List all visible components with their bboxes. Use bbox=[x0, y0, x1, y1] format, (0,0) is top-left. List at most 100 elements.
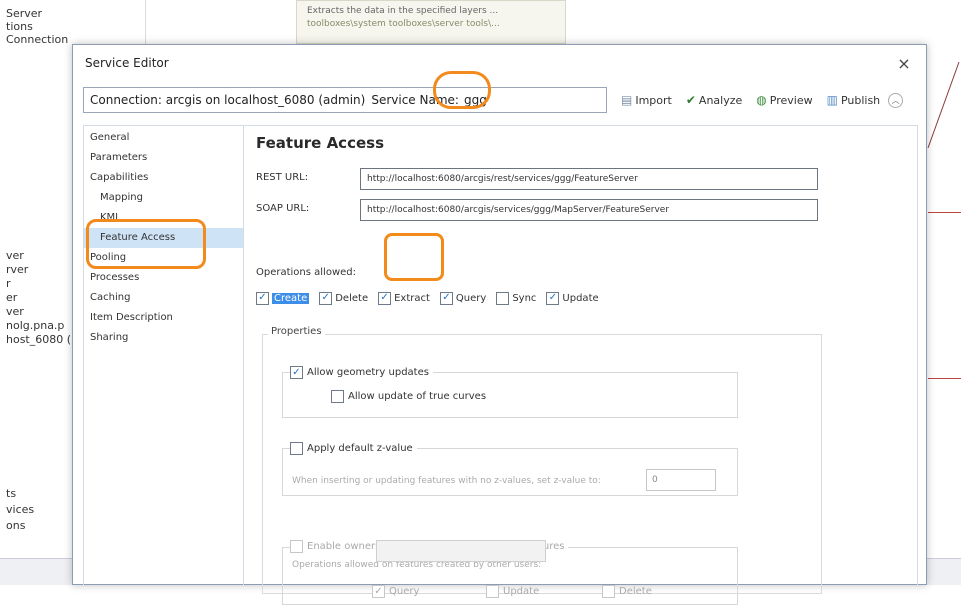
allow-true-curves-checkbox[interactable]: Allow update of true curves bbox=[331, 390, 486, 403]
bg-tree-item[interactable]: Connection bbox=[6, 33, 68, 46]
checkmark-icon: ✔ bbox=[685, 93, 696, 107]
connection-box: Connection: arcgis on localhost_6080 (ad… bbox=[83, 87, 607, 113]
editor-body: General Parameters Capabilities Mapping … bbox=[83, 125, 918, 605]
annotation-service-name bbox=[433, 71, 491, 109]
allow-geometry-updates-label: Allow geometry updates bbox=[307, 367, 429, 378]
checkbox-unchecked-icon bbox=[496, 291, 510, 305]
connection-text: Connection: arcgis on localhost_6080 (ad… bbox=[90, 93, 366, 107]
bg-tree-item[interactable]: vices bbox=[6, 503, 34, 516]
owner-delete-label: Delete bbox=[619, 586, 652, 597]
owner-query-label: Query bbox=[389, 586, 420, 597]
create-checkbox[interactable]: ✓ Create bbox=[256, 291, 310, 305]
background-diagonal-line bbox=[927, 61, 960, 149]
properties-label: Properties bbox=[268, 326, 325, 337]
dialog-titlebar[interactable]: Service Editor × bbox=[73, 45, 926, 81]
bg-tree-item[interactable]: ts bbox=[6, 487, 16, 500]
soap-url-field[interactable]: http://localhost:6080/arcgis/services/gg… bbox=[360, 199, 818, 221]
checkbox-unchecked-icon bbox=[486, 585, 499, 598]
rest-url-label: REST URL: bbox=[256, 172, 309, 183]
checkbox-checked-icon: ✓ bbox=[546, 291, 560, 305]
nav-item-caching[interactable]: Caching bbox=[84, 288, 243, 308]
sync-checkbox[interactable]: Sync bbox=[496, 291, 537, 305]
checkbox-checked-icon: ✓ bbox=[319, 291, 333, 305]
background-tooltip: Extracts the data in the specified layer… bbox=[296, 0, 566, 44]
tooltip-line: Extracts the data in the specified layer… bbox=[307, 6, 499, 16]
checkbox-unchecked-icon bbox=[290, 540, 303, 553]
tooltip-path: toolboxes\system toolboxes\server tools\… bbox=[307, 19, 500, 29]
bg-tree-item[interactable]: nolg.pna.p bbox=[6, 319, 64, 332]
operations-row: ✓ Create ✓ Delete ✓ Extract ✓ Query Sync… bbox=[256, 289, 609, 307]
background-line bbox=[928, 378, 961, 379]
owner-update-checkbox[interactable]: Update bbox=[486, 585, 539, 598]
analyze-label: Analyze bbox=[698, 93, 743, 107]
query-label: Query bbox=[455, 292, 487, 304]
checkbox-checked-icon: ✓ bbox=[290, 366, 303, 379]
bg-tree-item[interactable]: ver bbox=[6, 305, 24, 318]
annotation-extract bbox=[384, 233, 444, 281]
feature-access-panel: Feature Access REST URL: http://localhos… bbox=[254, 126, 917, 605]
page-title: Feature Access bbox=[256, 134, 384, 152]
soap-url-label: SOAP URL: bbox=[256, 203, 310, 214]
delete-checkbox[interactable]: ✓ Delete bbox=[319, 291, 369, 305]
nav-item-parameters[interactable]: Parameters bbox=[84, 148, 243, 168]
bg-tree-item[interactable]: rver bbox=[6, 263, 28, 276]
extract-label: Extract bbox=[394, 292, 430, 304]
nav-item-processes[interactable]: Processes bbox=[84, 268, 243, 288]
update-checkbox[interactable]: ✓ Update bbox=[546, 291, 599, 305]
preview-button[interactable]: ◍ Preview bbox=[756, 93, 812, 107]
query-checkbox[interactable]: ✓ Query bbox=[439, 291, 487, 305]
close-icon[interactable]: × bbox=[894, 54, 914, 73]
bg-tree-item[interactable]: host_6080 ( bbox=[6, 333, 71, 346]
nav-item-mapping[interactable]: Mapping bbox=[84, 188, 243, 208]
checkbox-checked-icon: ✓ bbox=[372, 585, 385, 598]
operations-label: Operations allowed: bbox=[256, 267, 357, 278]
apply-default-z-checkbox[interactable]: Apply default z-value bbox=[290, 442, 417, 455]
service-editor-dialog: Service Editor × Connection: arcgis on l… bbox=[72, 44, 927, 605]
nav-item-capabilities[interactable]: Capabilities bbox=[84, 168, 243, 188]
publish-button[interactable]: ▥ Publish bbox=[827, 93, 881, 107]
dialog-title: Service Editor bbox=[85, 56, 169, 70]
settings-nav: General Parameters Capabilities Mapping … bbox=[84, 126, 244, 586]
owner-query-checkbox[interactable]: ✓ Query bbox=[372, 585, 419, 598]
apply-default-z-label: Apply default z-value bbox=[307, 443, 413, 454]
bg-tree-item[interactable]: ver bbox=[6, 249, 24, 262]
nav-item-sharing[interactable]: Sharing bbox=[84, 328, 243, 348]
bg-tree-item[interactable]: ons bbox=[6, 519, 25, 532]
globe-icon: ◍ bbox=[756, 93, 767, 107]
extract-checkbox[interactable]: ✓ Extract bbox=[378, 291, 430, 305]
create-label: Create bbox=[272, 292, 310, 304]
publish-label: Publish bbox=[840, 93, 881, 107]
background-line bbox=[928, 212, 961, 213]
z-value-hint: When inserting or updating features with… bbox=[292, 476, 601, 486]
import-button[interactable]: ▤ Import bbox=[621, 93, 672, 107]
checkbox-checked-icon: ✓ bbox=[256, 291, 269, 305]
nav-item-general[interactable]: General bbox=[84, 128, 243, 148]
allow-geometry-updates-checkbox[interactable]: ✓ Allow geometry updates bbox=[290, 366, 433, 379]
bg-tree-item[interactable]: Server bbox=[6, 7, 42, 20]
checkbox-unchecked-icon bbox=[331, 390, 344, 403]
checkbox-unchecked-icon bbox=[602, 585, 615, 598]
preview-label: Preview bbox=[769, 93, 813, 107]
publish-icon: ▥ bbox=[826, 93, 838, 107]
sync-label: Sync bbox=[512, 292, 537, 304]
owner-delete-checkbox[interactable]: Delete bbox=[602, 585, 652, 598]
checkbox-checked-icon: ✓ bbox=[439, 291, 453, 305]
checkbox-checked-icon: ✓ bbox=[378, 291, 392, 305]
bg-tree-item[interactable]: tions bbox=[6, 20, 33, 33]
rest-url-field[interactable]: http://localhost:6080/arcgis/rest/servic… bbox=[360, 168, 818, 190]
nav-item-item-description[interactable]: Item Description bbox=[84, 308, 243, 328]
service-toolbar: Connection: arcgis on localhost_6080 (ad… bbox=[83, 84, 916, 116]
delete-label: Delete bbox=[335, 292, 369, 304]
checkbox-unchecked-icon bbox=[290, 442, 303, 455]
owner-update-label: Update bbox=[503, 586, 540, 597]
bg-tree-item[interactable]: er bbox=[6, 291, 17, 304]
analyze-button[interactable]: ✔ Analyze bbox=[686, 93, 742, 107]
chevron-up-icon[interactable]: ︿ bbox=[888, 92, 904, 108]
update-label: Update bbox=[562, 292, 599, 304]
partial-button[interactable] bbox=[376, 540, 546, 562]
bg-tree-item[interactable]: r bbox=[6, 277, 11, 290]
z-value-input[interactable]: 0 bbox=[646, 469, 716, 491]
import-label: Import bbox=[635, 93, 672, 107]
import-icon: ▤ bbox=[621, 93, 633, 107]
annotation-feature-access bbox=[86, 219, 206, 269]
